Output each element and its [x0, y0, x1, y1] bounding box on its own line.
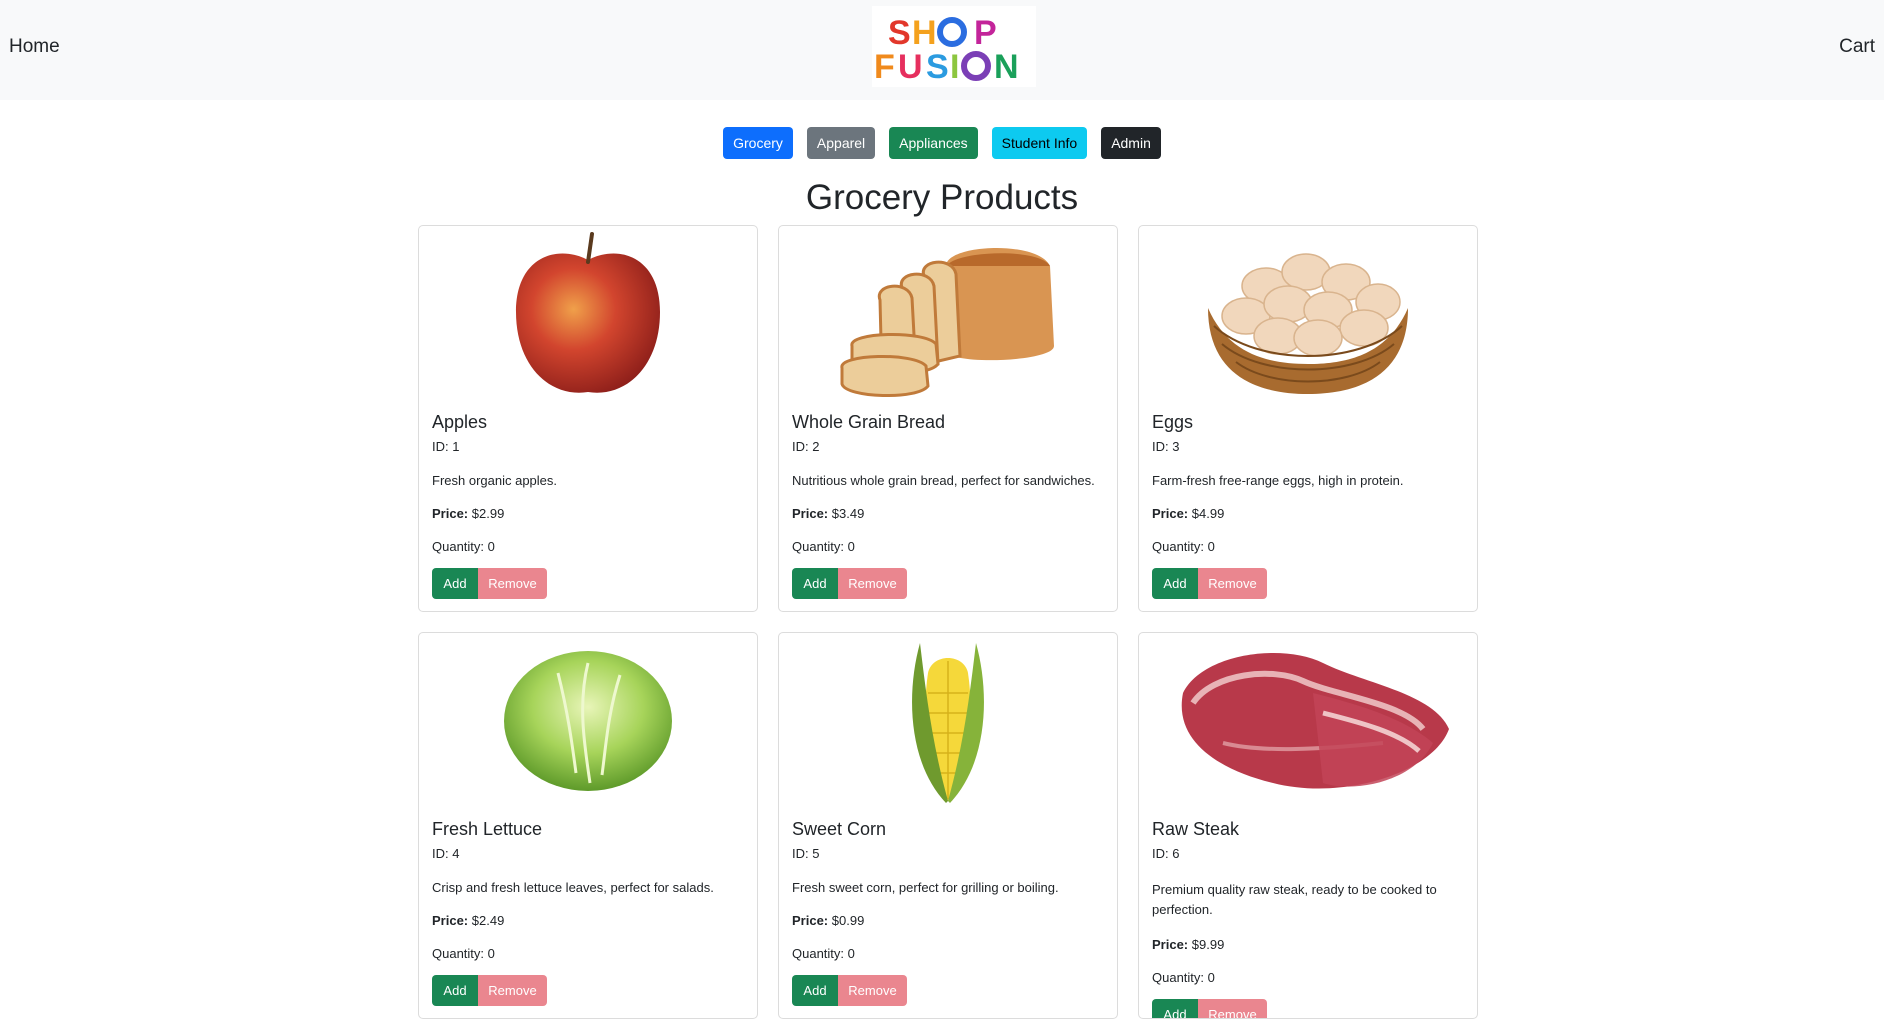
product-quantity: Quantity: 0: [1152, 970, 1215, 985]
svg-text:F: F: [874, 48, 895, 86]
product-card: Whole Grain Bread ID: 2 Nutritious whole…: [778, 225, 1118, 612]
category-student-info-button[interactable]: Student Info: [991, 127, 1088, 159]
product-price: Price: $2.49: [432, 913, 744, 929]
category-grocery-button[interactable]: Grocery: [723, 127, 793, 159]
product-name: Fresh Lettuce: [432, 819, 543, 839]
product-id: ID: 3: [1152, 439, 1180, 454]
price-value: $4.99: [1191, 506, 1225, 521]
remove-button[interactable]: Remove: [838, 568, 907, 599]
corn-image: [779, 633, 1117, 809]
product-price: Price: $2.99: [432, 506, 744, 522]
eggs-basket-image: [1139, 226, 1477, 402]
price-label: Price:: [792, 913, 829, 928]
product-card: Apples ID: 1 Fresh organic apples. Price…: [418, 225, 758, 612]
product-quantity: Quantity: 0: [792, 539, 855, 554]
add-button[interactable]: Add: [1152, 999, 1198, 1018]
remove-button[interactable]: Remove: [478, 568, 547, 599]
category-admin-button[interactable]: Admin: [1101, 127, 1161, 159]
product-name: Apples: [432, 412, 488, 432]
product-card: Raw Steak ID: 6 Premium quality raw stea…: [1138, 632, 1478, 1019]
bread-image: [779, 226, 1117, 402]
add-remove-group: Add Remove: [432, 975, 744, 1006]
steak-image: [1139, 633, 1477, 809]
price-label: Price:: [432, 506, 469, 521]
product-price: Price: $4.99: [1152, 506, 1464, 522]
product-id: ID: 6: [1152, 846, 1180, 861]
product-card: Sweet Corn ID: 5 Fresh sweet corn, perfe…: [778, 632, 1118, 1019]
remove-button[interactable]: Remove: [478, 975, 547, 1006]
product-description: Fresh sweet corn, perfect for grilling o…: [792, 880, 1059, 895]
product-description: Premium quality raw steak, ready to be c…: [1152, 882, 1437, 917]
price-label: Price:: [1152, 937, 1189, 952]
product-description: Fresh organic apples.: [432, 473, 558, 488]
product-name: Sweet Corn: [792, 819, 887, 839]
page-title: Grocery Products: [805, 178, 1079, 217]
product-card: Eggs ID: 3 Farm-fresh free-range eggs, h…: [1138, 225, 1478, 612]
add-button[interactable]: Add: [792, 568, 838, 599]
category-button-bar: Grocery Apparel Appliances Student Info …: [0, 127, 1884, 159]
apple-image: [419, 226, 757, 402]
product-id: ID: 4: [432, 846, 460, 861]
price-value: $2.49: [471, 913, 505, 928]
product-price: Price: $0.99: [792, 913, 1104, 929]
product-price: Price: $3.49: [792, 506, 1104, 522]
add-remove-group: Add Remove: [432, 568, 744, 599]
product-description: Crisp and fresh lettuce leaves, perfect …: [432, 880, 714, 895]
product-description: Nutritious whole grain bread, perfect fo…: [792, 473, 1095, 488]
svg-text:S: S: [888, 14, 911, 52]
lettuce-image: [419, 633, 757, 809]
product-name: Raw Steak: [1152, 819, 1240, 839]
product-quantity: Quantity: 0: [432, 946, 495, 961]
add-button[interactable]: Add: [432, 568, 478, 599]
category-appliances-button[interactable]: Appliances: [889, 127, 978, 159]
nav-cart-link[interactable]: Cart: [1839, 36, 1875, 58]
add-remove-group: Add Remove: [1152, 999, 1464, 1018]
product-price: Price: $9.99: [1152, 937, 1464, 953]
price-value: $9.99: [1191, 937, 1225, 952]
product-id: ID: 1: [432, 439, 460, 454]
product-quantity: Quantity: 0: [432, 539, 495, 554]
svg-text:P: P: [974, 14, 997, 52]
price-label: Price:: [1152, 506, 1189, 521]
price-value: $3.49: [831, 506, 865, 521]
svg-text:S: S: [926, 48, 949, 86]
add-button[interactable]: Add: [1152, 568, 1198, 599]
add-remove-group: Add Remove: [792, 975, 1104, 1006]
remove-button[interactable]: Remove: [1198, 999, 1267, 1018]
nav-home-link[interactable]: Home: [9, 36, 60, 58]
category-apparel-button[interactable]: Apparel: [806, 127, 876, 159]
product-id: ID: 5: [792, 846, 820, 861]
product-quantity: Quantity: 0: [792, 946, 855, 961]
remove-button[interactable]: Remove: [838, 975, 907, 1006]
product-quantity: Quantity: 0: [1152, 539, 1215, 554]
product-name: Eggs: [1152, 412, 1194, 432]
add-remove-group: Add Remove: [1152, 568, 1464, 599]
svg-text:H: H: [912, 14, 937, 52]
product-card: Fresh Lettuce ID: 4 Crisp and fresh lett…: [418, 632, 758, 1019]
price-label: Price:: [792, 506, 829, 521]
price-value: $2.99: [471, 506, 505, 521]
product-id: ID: 2: [792, 439, 820, 454]
product-description: Farm-fresh free-range eggs, high in prot…: [1152, 473, 1404, 488]
add-button[interactable]: Add: [432, 975, 478, 1006]
price-label: Price:: [432, 913, 469, 928]
product-name: Whole Grain Bread: [792, 412, 946, 432]
product-grid: Apples ID: 1 Fresh organic apples. Price…: [418, 225, 1478, 1019]
svg-text:U: U: [898, 48, 923, 86]
svg-text:I: I: [950, 48, 959, 86]
add-button[interactable]: Add: [792, 975, 838, 1006]
shop-fusion-logo[interactable]: S H P F U S I N: [872, 6, 1036, 87]
price-value: $0.99: [831, 913, 865, 928]
remove-button[interactable]: Remove: [1198, 568, 1267, 599]
svg-text:N: N: [994, 48, 1019, 86]
top-navbar: Home S H P F U S I N Cart: [0, 0, 1884, 100]
add-remove-group: Add Remove: [792, 568, 1104, 599]
